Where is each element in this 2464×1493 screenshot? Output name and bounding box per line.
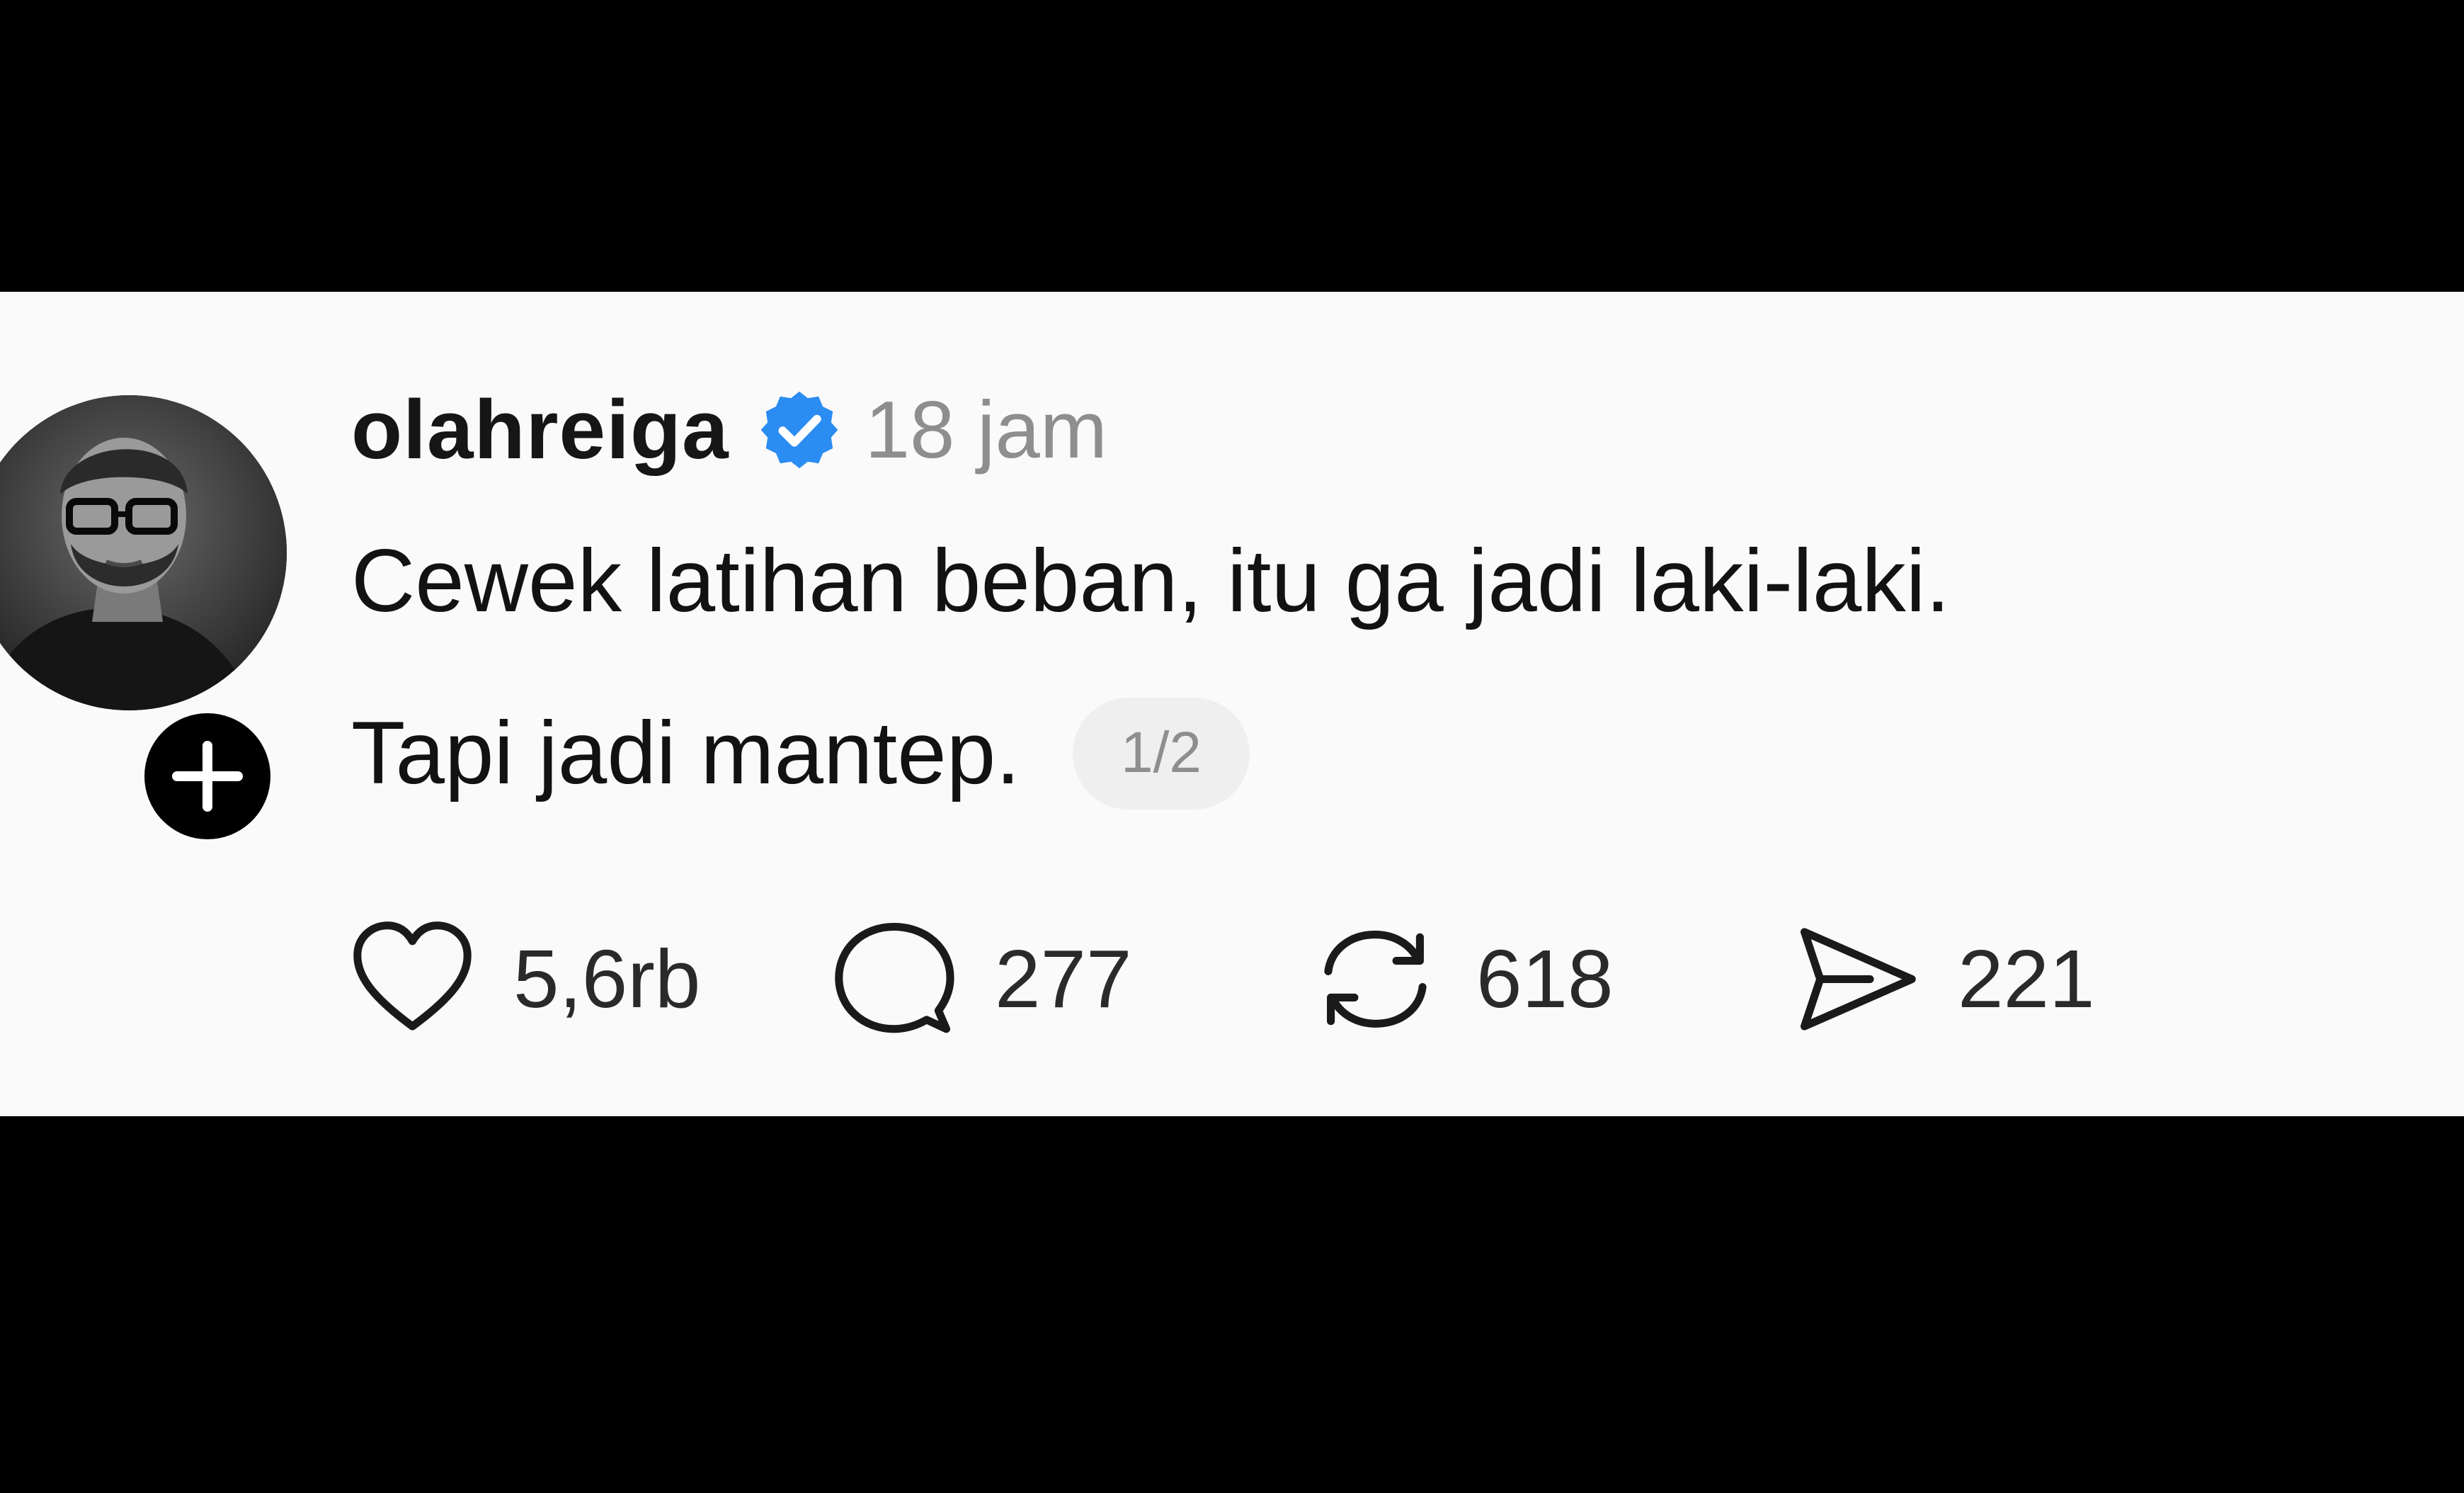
heart-icon: [347, 914, 478, 1045]
post-card: olahreiga 18 jam Cewek latihan beban, it…: [0, 292, 2464, 1116]
avatar-container[interactable]: [0, 395, 287, 851]
share-count: 221: [1958, 933, 2095, 1025]
verified-badge-icon: [758, 388, 841, 472]
repost-count: 618: [1476, 933, 1614, 1025]
post-text: Cewek latihan beban, itu ga jadi laki-la…: [351, 533, 2405, 810]
follow-button[interactable]: [133, 702, 282, 851]
action-bar: 5,6rb 277 618 221: [347, 915, 2095, 1043]
post-text-line-2-row: Tapi jadi mantep. 1/2: [351, 697, 2405, 810]
plus-icon: [172, 741, 243, 812]
page-indicator: 1/2: [1073, 697, 1250, 810]
post-text-line-2: Tapi jadi mantep.: [351, 703, 1021, 802]
avatar[interactable]: [0, 395, 287, 710]
username[interactable]: olahreiga: [351, 382, 729, 478]
share-button[interactable]: 221: [1791, 914, 2095, 1045]
like-button[interactable]: 5,6rb: [347, 914, 828, 1045]
post-content: olahreiga 18 jam Cewek latihan beban, it…: [351, 377, 2405, 810]
repost-button[interactable]: 618: [1310, 914, 1791, 1045]
post-header: olahreiga 18 jam: [351, 377, 2405, 483]
reply-button[interactable]: 277: [828, 914, 1310, 1045]
speech-bubble-icon: [828, 914, 959, 1045]
profile-photo: [0, 395, 287, 710]
reply-count: 277: [995, 933, 1132, 1025]
like-count: 5,6rb: [513, 933, 701, 1025]
post-text-line-1: Cewek latihan beban, itu ga jadi laki-la…: [351, 532, 1951, 630]
repost-icon: [1310, 914, 1441, 1045]
post-timestamp[interactable]: 18 jam: [865, 384, 1107, 477]
send-icon: [1791, 914, 1922, 1045]
